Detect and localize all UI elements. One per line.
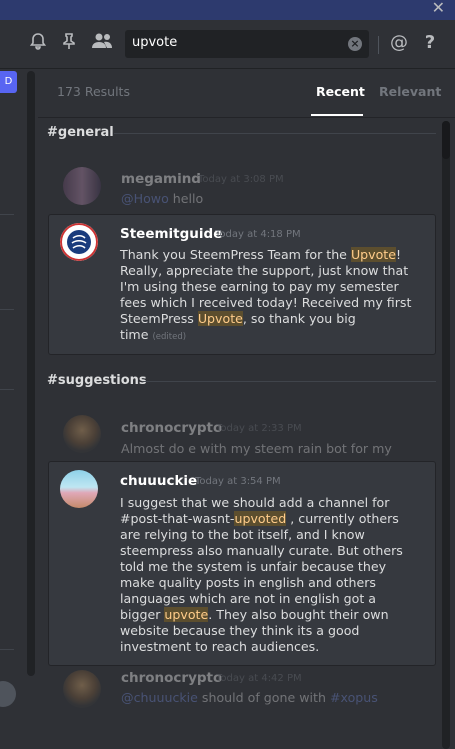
channel-header: upvote × @ ?: [0, 20, 455, 69]
message-line: fees which I received today! Received my…: [120, 295, 412, 310]
context-message[interactable]: megamind Today at 3:08 PM @Howo hello: [48, 161, 434, 209]
search-highlight: upvote: [164, 607, 209, 622]
sidebar-divider: [0, 389, 14, 390]
message-line: I suggest that we should add a channel f…: [120, 495, 390, 510]
results-scrollbar[interactable]: [442, 121, 450, 749]
avatar[interactable]: [60, 470, 98, 508]
message-line: Thank you SteemPress Team for the Upvote…: [120, 247, 402, 262]
search-highlight: upvoted: [234, 511, 287, 526]
channel-name[interactable]: #suggestions: [47, 373, 147, 388]
message-line: steempress also manually curate. But oth…: [120, 543, 403, 558]
search-query[interactable]: upvote: [132, 35, 177, 50]
mention-icon[interactable]: @: [388, 32, 410, 54]
close-icon[interactable]: ✕: [432, 0, 445, 17]
message-line: website because they think its a good: [120, 623, 360, 638]
message-timestamp: Today at 3:54 PM: [195, 476, 281, 487]
bell-icon[interactable]: [27, 32, 49, 54]
message-line: are relying to the bot itself, and I kno…: [120, 527, 365, 542]
sidebar-divider: [0, 214, 14, 215]
edited-marker: (edited): [152, 332, 187, 342]
sidebar-divider: [0, 649, 14, 650]
user-mention[interactable]: @chuuuckie: [121, 690, 198, 705]
search-hit-message[interactable]: chuuuckie Today at 3:54 PM I suggest tha…: [48, 461, 436, 666]
message-body: @chuuuckie should of gone with #xopus: [121, 690, 378, 705]
members-icon[interactable]: [89, 32, 115, 54]
search-highlight: Upvote: [197, 311, 243, 326]
context-message[interactable]: chronocrypto Today at 2:33 PM Almost do …: [48, 409, 434, 459]
message-body: Thank you SteemPress Team for the Upvote…: [120, 247, 420, 345]
message-author[interactable]: chuuuckie: [120, 473, 197, 489]
clear-search-icon[interactable]: ×: [348, 37, 362, 51]
message-line: Really, appreciate the support, just kno…: [120, 263, 409, 278]
channel-mention[interactable]: #xopus: [330, 690, 378, 705]
user-mention[interactable]: @Howo: [121, 191, 169, 206]
avatar[interactable]: [63, 415, 101, 453]
message-author[interactable]: Steemitguide: [120, 226, 222, 242]
header-divider: [378, 36, 379, 54]
message-timestamp: Today at 3:08 PM: [198, 174, 284, 185]
search-highlight: Upvote: [350, 247, 396, 262]
message-author[interactable]: megamind: [121, 171, 201, 187]
message-body: I suggest that we should add a channel f…: [120, 495, 425, 655]
channel-divider: [114, 133, 436, 134]
avatar[interactable]: [63, 167, 101, 205]
channel-sidebar-edge: D: [0, 69, 38, 749]
context-message[interactable]: chronocrypto Today at 4:42 PM @chuuuckie…: [48, 667, 434, 715]
message-line: #post-that-wasnt-upvoted , currently oth…: [120, 511, 399, 526]
message-line: languages which are not in english got a: [120, 591, 376, 606]
help-icon[interactable]: ?: [419, 32, 441, 54]
channel-divider: [142, 381, 436, 382]
message-author[interactable]: chronocrypto: [121, 670, 222, 686]
message-line: I'm using these earning to pay my semest…: [120, 279, 399, 294]
title-bar: ✕: [0, 0, 455, 20]
message-timestamp: Today at 4:42 PM: [216, 673, 302, 684]
avatar[interactable]: [60, 223, 98, 261]
message-line: make quality posts in english and others: [120, 575, 376, 590]
message-line: SteemPress Upvote, so thank you big: [120, 311, 356, 326]
sidebar-button[interactable]: D: [0, 71, 17, 93]
tab-recent[interactable]: Recent: [316, 84, 365, 99]
tab-active-indicator: [311, 114, 363, 116]
pin-icon[interactable]: [58, 32, 80, 54]
avatar[interactable]: [63, 670, 101, 708]
results-bar: 173 Results Recent Relevant: [38, 69, 455, 118]
message-line: investment to reach audiences.: [120, 639, 320, 654]
results-scroll-thumb[interactable]: [442, 121, 450, 159]
search-hit-message[interactable]: Steemitguide Today at 4:18 PM Thank you …: [48, 214, 436, 355]
results-count: 173 Results: [57, 84, 130, 99]
message-line: told me the system is unfair because the…: [120, 559, 387, 574]
channel-name[interactable]: #general: [47, 125, 114, 140]
message-line: time (edited): [120, 327, 187, 342]
message-body: Almost do e with my steem rain bot for m…: [121, 441, 392, 456]
message-author[interactable]: chronocrypto: [121, 420, 222, 436]
search-results-panel: 173 Results Recent Relevant #general meg…: [38, 69, 455, 749]
sidebar-divider: [0, 309, 14, 310]
tab-relevant[interactable]: Relevant: [379, 84, 441, 99]
message-timestamp: Today at 4:18 PM: [215, 229, 301, 240]
message-body: @Howo hello: [121, 191, 204, 206]
search-input[interactable]: upvote ×: [125, 30, 369, 58]
sidebar-avatar[interactable]: [0, 681, 16, 707]
message-line: bigger upvote. They also bought their ow…: [120, 607, 389, 622]
sidebar-scrollbar[interactable]: [27, 71, 35, 676]
message-timestamp: Today at 2:33 PM: [216, 423, 302, 434]
